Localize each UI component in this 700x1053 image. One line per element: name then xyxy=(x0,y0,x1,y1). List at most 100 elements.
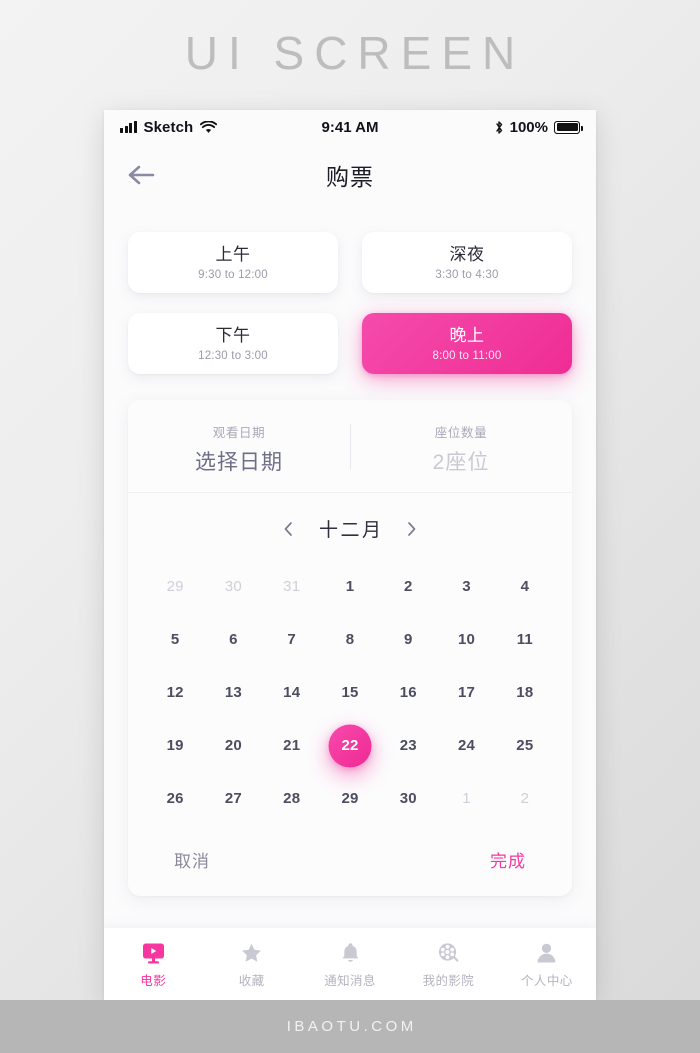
calendar-day[interactable]: 16 xyxy=(379,666,437,719)
calendar-day-number: 25 xyxy=(516,737,534,754)
film-reel-icon xyxy=(436,940,461,965)
arrow-left-icon xyxy=(128,165,155,185)
calendar-day[interactable]: 8 xyxy=(321,613,379,666)
calendar-day-number: 27 xyxy=(224,790,242,807)
time-slot-grid: 上午 9:30 to 12:00 深夜 3:30 to 4:30 下午 12:3… xyxy=(128,232,572,374)
calendar-day[interactable]: 10 xyxy=(437,613,495,666)
calendar-day-number: 26 xyxy=(166,790,184,807)
seat-count-field[interactable]: 座位数量 2座位 xyxy=(350,422,572,476)
calendar-day[interactable]: 9 xyxy=(379,613,437,666)
calendar-day[interactable]: 28 xyxy=(263,772,321,825)
calendar-grid: 29 30 31 1 2 3 4 5 6 7 8 9 10 11 12 13 1… xyxy=(128,556,572,825)
calendar-day[interactable]: 11 xyxy=(496,613,554,666)
calendar-day[interactable]: 26 xyxy=(146,772,204,825)
calendar-day-number: 30 xyxy=(399,790,417,807)
calendar-day[interactable]: 2 xyxy=(379,560,437,613)
calendar-day[interactable]: 13 xyxy=(204,666,262,719)
wifi-icon xyxy=(200,120,218,134)
calendar-day[interactable]: 18 xyxy=(496,666,554,719)
chevron-right-icon xyxy=(407,521,415,536)
star-icon xyxy=(239,940,264,965)
calendar-day[interactable]: 17 xyxy=(437,666,495,719)
calendar-day[interactable]: 12 xyxy=(146,666,204,719)
calendar-day[interactable]: 27 xyxy=(204,772,262,825)
calendar-day[interactable]: 29 xyxy=(146,560,204,613)
calendar-day[interactable]: 3 xyxy=(437,560,495,613)
calendar-day[interactable]: 5 xyxy=(146,613,204,666)
calendar-day-number: 13 xyxy=(224,684,242,701)
time-slot-morning[interactable]: 上午 9:30 to 12:00 xyxy=(128,232,338,293)
calendar-day[interactable]: 19 xyxy=(146,719,204,772)
tab-my-cinema[interactable]: 我的影院 xyxy=(399,940,497,989)
calendar-day[interactable]: 30 xyxy=(204,560,262,613)
calendar-day-number: 8 xyxy=(345,631,355,648)
tab-favorites[interactable]: 收藏 xyxy=(202,940,300,989)
calendar-day-number: 7 xyxy=(287,631,296,648)
calendar-day[interactable]: 14 xyxy=(263,666,321,719)
calendar-day[interactable]: 1 xyxy=(321,560,379,613)
calendar-day[interactable]: 25 xyxy=(496,719,554,772)
tab-profile[interactable]: 个人中心 xyxy=(498,940,596,989)
time-slot-late-night[interactable]: 深夜 3:30 to 4:30 xyxy=(362,232,572,293)
calendar-day[interactable]: 7 xyxy=(263,613,321,666)
calendar-day-number: 1 xyxy=(462,790,471,807)
calendar-day[interactable]: 20 xyxy=(204,719,262,772)
calendar-day[interactable]: 29 xyxy=(321,772,379,825)
watch-date-value: 选择日期 xyxy=(195,451,283,474)
time-slot-evening[interactable]: 晚上 8:00 to 11:00 xyxy=(362,313,572,374)
watch-date-field[interactable]: 观看日期 选择日期 xyxy=(128,422,350,476)
month-label: 十二月 xyxy=(318,520,384,541)
time-slot-name: 晚上 xyxy=(449,326,485,346)
time-slot-name: 上午 xyxy=(215,245,251,265)
back-button[interactable] xyxy=(124,158,158,192)
time-slot-range: 12:30 to 3:00 xyxy=(198,349,268,362)
month-navigator: 十二月 xyxy=(128,493,572,556)
tab-label: 我的影院 xyxy=(422,973,475,988)
calendar-day-number: 9 xyxy=(404,631,413,648)
cancel-button[interactable]: 取消 xyxy=(174,847,210,872)
battery-icon xyxy=(554,120,583,134)
calendar-day-number: 5 xyxy=(170,631,180,648)
bottom-tab-bar: 电影 收藏 通知消息 我的影院 个人中心 xyxy=(104,928,596,1000)
calendar-day[interactable]: 6 xyxy=(204,613,262,666)
status-bar-right: 100% xyxy=(494,119,583,136)
tab-movies[interactable]: 电影 xyxy=(104,940,202,989)
next-month-button[interactable] xyxy=(402,517,422,541)
monitor-play-icon xyxy=(141,940,166,965)
calendar-day[interactable]: 23 xyxy=(379,719,437,772)
calendar-day-number: 22 xyxy=(341,737,359,754)
poster-title: UI SCREEN xyxy=(184,27,526,79)
calendar-day[interactable]: 24 xyxy=(437,719,495,772)
calendar-day[interactable]: 1 xyxy=(437,772,495,825)
calendar-day[interactable]: 2 xyxy=(496,772,554,825)
time-slot-afternoon[interactable]: 下午 12:30 to 3:00 xyxy=(128,313,338,374)
calendar-day-number: 20 xyxy=(224,737,242,754)
calendar-day-number: 19 xyxy=(166,737,184,754)
prev-month-button[interactable] xyxy=(278,517,298,541)
calendar-day-number: 10 xyxy=(458,631,476,648)
calendar-day-number: 29 xyxy=(341,790,359,807)
calendar-day-number: 6 xyxy=(229,631,238,648)
calendar-day[interactable]: 15 xyxy=(321,666,379,719)
chevron-left-icon xyxy=(285,521,293,536)
calendar-day-number: 15 xyxy=(341,684,359,701)
calendar-day-number: 31 xyxy=(283,578,301,595)
nav-bar: 购票 xyxy=(104,144,596,206)
calendar-day[interactable]: 31 xyxy=(263,560,321,613)
watch-date-label: 观看日期 xyxy=(212,426,266,440)
tab-notifications[interactable]: 通知消息 xyxy=(301,940,399,989)
tab-label: 收藏 xyxy=(238,973,265,988)
calendar-day[interactable]: 21 xyxy=(263,719,321,772)
calendar-day[interactable]: 30 xyxy=(379,772,437,825)
carrier-label: Sketch xyxy=(143,118,194,136)
time-slot-range: 8:00 to 11:00 xyxy=(432,349,502,362)
done-button[interactable]: 完成 xyxy=(490,847,526,872)
seat-count-value: 2座位 xyxy=(432,451,490,474)
phone-screen: Sketch 9:41 AM 100% 购票 上午 9:30 to 12:00 … xyxy=(104,110,596,1000)
bluetooth-icon xyxy=(494,120,504,135)
picker-summary: 观看日期 选择日期 座位数量 2座位 xyxy=(128,416,572,493)
calendar-day-selected[interactable]: 22 xyxy=(321,719,379,772)
date-picker-panel: 观看日期 选择日期 座位数量 2座位 十二月 29 30 31 1 2 3 4 … xyxy=(128,400,572,896)
calendar-day[interactable]: 4 xyxy=(496,560,554,613)
person-icon xyxy=(534,940,559,965)
